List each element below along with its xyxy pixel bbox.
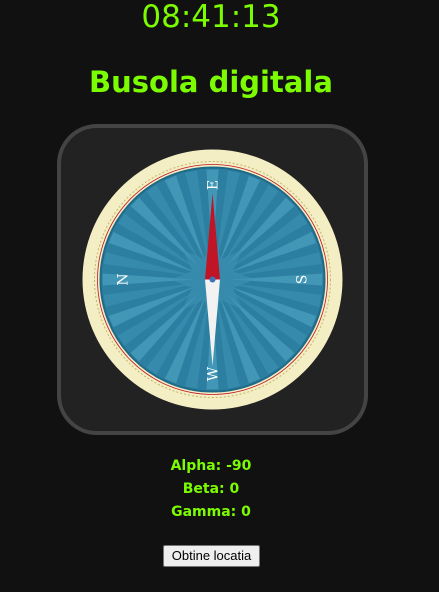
dial-label-south: S (295, 275, 311, 285)
page-title: Busola digitala (89, 65, 333, 99)
orientation-readings: Alpha: -90 Beta: 0 Gamma: 0 (0, 455, 422, 524)
dial-label-east: E (206, 180, 222, 190)
clock-display: 08:41:13 (141, 0, 281, 35)
needle-pivot (209, 276, 216, 283)
gamma-reading: Gamma: 0 (171, 504, 251, 520)
dial-label-west: W (206, 366, 222, 381)
compass-frame: E S W N (57, 124, 368, 435)
beta-reading: Beta: 0 (182, 481, 240, 497)
dial-label-north: N (116, 273, 132, 285)
get-location-button[interactable]: Obtine locatia (163, 545, 260, 567)
compass-dial: E S W N (82, 149, 343, 410)
alpha-reading: Alpha: -90 (170, 458, 252, 474)
